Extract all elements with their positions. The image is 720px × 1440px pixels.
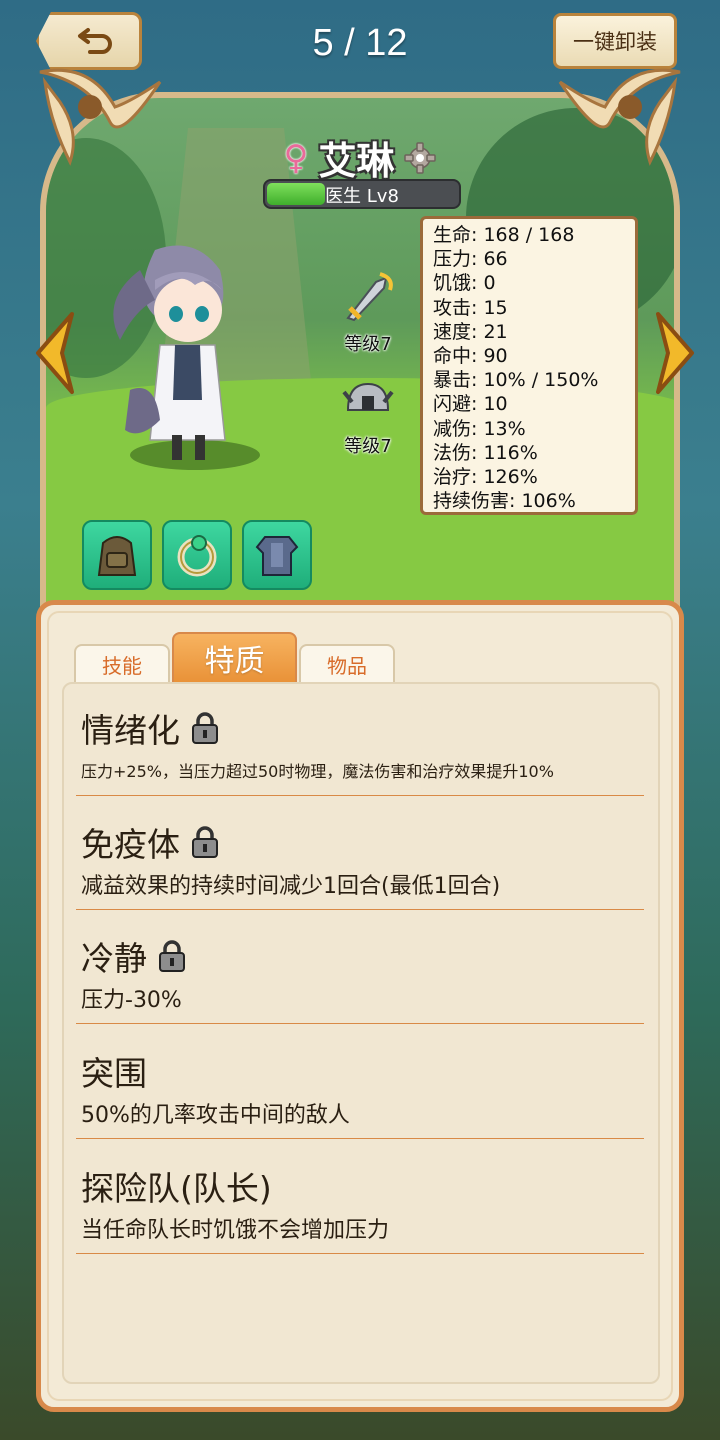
trait-title-row: 突围: [81, 1047, 147, 1095]
helmet-level: 等级7: [344, 436, 392, 457]
stat-dot: 持续伤害: 106%: [433, 490, 576, 513]
class-level-bar: 医生 Lv8: [263, 179, 461, 209]
gear-icon[interactable]: [404, 141, 437, 174]
stat-damage-reduction: 减伤: 13%: [433, 417, 526, 440]
trait-title-row: 免疫体: [81, 818, 220, 866]
helmet-icon: [342, 382, 394, 411]
next-character-arrow[interactable]: [652, 310, 698, 396]
trait-item: 免疫体 减益效果的持续时间减少1回合(最低1回合): [76, 796, 644, 910]
trait-title: 免疫体: [81, 825, 180, 864]
stat-speed: 速度: 21: [433, 320, 508, 343]
sword-icon: [346, 272, 393, 322]
helmet-slot[interactable]: 等级7: [338, 372, 398, 458]
tab-items[interactable]: 物品: [299, 644, 395, 682]
female-gender-icon: ♀: [283, 137, 309, 178]
trait-description: 压力-30%: [81, 988, 182, 1013]
trait-item: 突围 50%的几率攻击中间的敌人: [76, 1025, 644, 1139]
stat-stress: 压力: 66: [433, 248, 508, 271]
stat-healing: 治疗: 126%: [433, 466, 538, 489]
character-sprite: [113, 245, 226, 460]
slot-ring[interactable]: [162, 520, 232, 590]
slot-backpack[interactable]: [82, 520, 152, 590]
tab-traits[interactable]: 特质: [172, 632, 297, 682]
trait-item: 冷静 压力-30%: [76, 910, 644, 1024]
character-name: 艾琳: [318, 139, 395, 183]
ring-icon: [177, 535, 217, 577]
character-name-row: ♀ 艾琳: [0, 130, 720, 185]
stats-panel: 生命: 168 / 168 压力: 66 饥饿: 0 攻击: 15 速度: 21…: [420, 216, 638, 515]
stat-accuracy: 命中: 90: [433, 345, 508, 368]
stat-magic-damage: 法伤: 116%: [433, 441, 538, 464]
armor-icon: [255, 536, 299, 576]
trait-item: 探险队(队长) 当任命队长时饥饿不会增加压力: [76, 1140, 644, 1254]
trait-title-row: 情绪化: [81, 704, 220, 752]
trait-title: 情绪化: [81, 711, 180, 750]
lock-icon: [192, 826, 218, 858]
trait-title: 探险队(队长): [81, 1169, 272, 1208]
backpack-icon: [97, 536, 137, 576]
unequip-all-button[interactable]: 一键卸装: [553, 13, 677, 69]
prev-character-arrow[interactable]: [32, 310, 78, 396]
tab-skills[interactable]: 技能: [74, 644, 170, 682]
weapon-slot[interactable]: 等级7: [338, 270, 398, 356]
stat-hp: 生命: 168 / 168: [433, 224, 575, 246]
class-level-label: 医生 Lv8: [325, 186, 399, 207]
lock-icon: [192, 712, 218, 744]
stat-dodge: 闪避: 10: [433, 393, 508, 416]
stat-crit: 暴击: 10% / 150%: [433, 369, 599, 392]
stat-attack: 攻击: 15: [433, 296, 508, 319]
trait-title-row: 冷静: [81, 932, 187, 980]
trait-description: 减益效果的持续时间减少1回合(最低1回合): [81, 874, 501, 899]
slot-armor[interactable]: [242, 520, 312, 590]
trait-title: 冷静: [81, 939, 147, 978]
lock-icon: [159, 940, 185, 972]
trait-description: 50%的几率攻击中间的敌人: [81, 1103, 350, 1128]
trait-title: 突围: [81, 1054, 147, 1093]
weapon-level: 等级7: [344, 334, 392, 355]
trait-title-row: 探险队(队长): [81, 1162, 272, 1210]
trait-item: 情绪化 压力+25%，当压力超过50时物理，魔法伤害和治疗效果提升10%: [76, 682, 644, 796]
trait-description: 压力+25%，当压力超过50时物理，魔法伤害和治疗效果提升10%: [81, 762, 554, 781]
trait-description: 当任命队长时饥饿不会增加压力: [81, 1218, 390, 1243]
stat-hunger: 饥饿: 0: [433, 272, 496, 295]
